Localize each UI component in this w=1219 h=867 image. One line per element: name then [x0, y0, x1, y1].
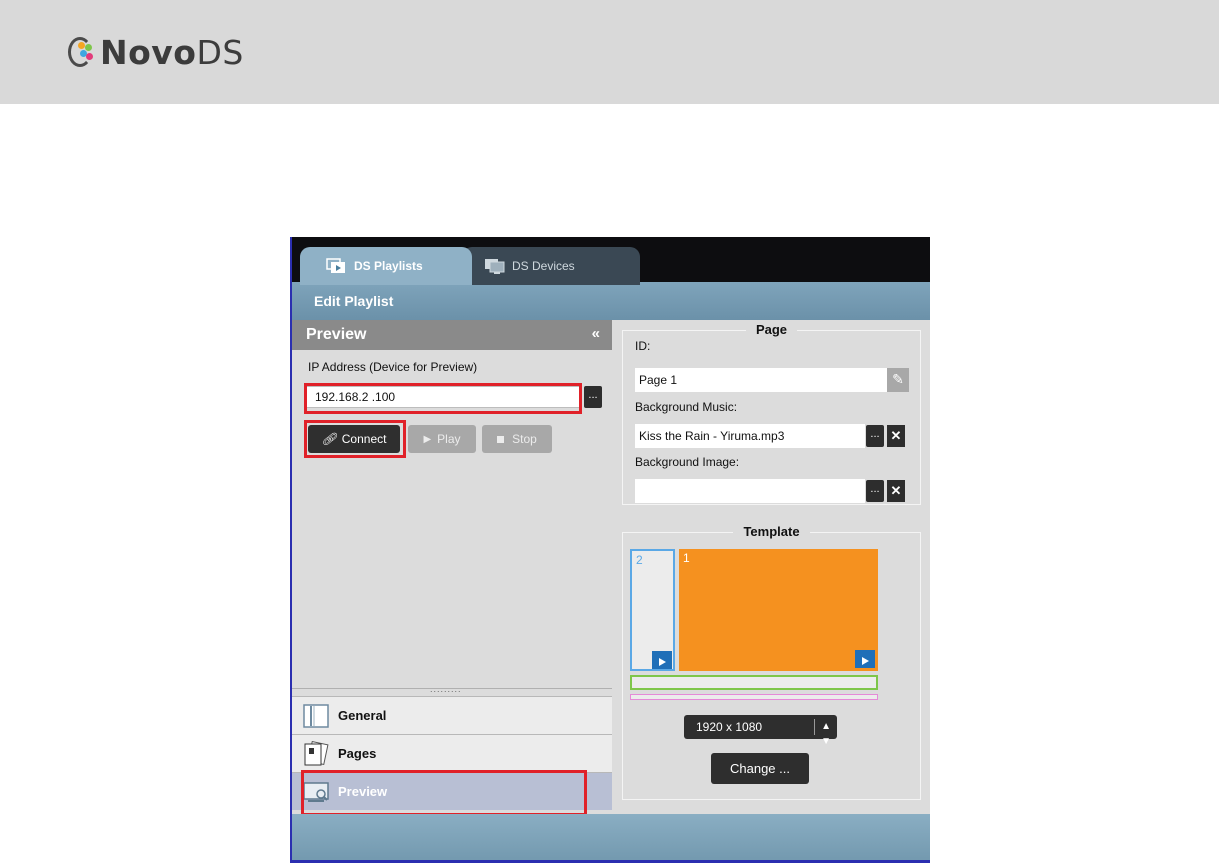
template-zone-2[interactable]: 2: [630, 549, 675, 671]
devices-icon: [484, 258, 505, 274]
stop-button[interactable]: Stop: [482, 425, 552, 453]
playlists-icon: [326, 258, 346, 274]
splitter-grip[interactable]: .........: [430, 684, 462, 694]
pages-icon: [302, 740, 330, 767]
highlight-ip-box: [304, 383, 582, 414]
top-banner: NovoDS: [0, 0, 1219, 104]
play-icon: ▶: [423, 433, 432, 445]
collapse-panel-button[interactable]: «: [592, 325, 600, 342]
template-strip-zone[interactable]: [630, 694, 878, 700]
background-music-input[interactable]: Kiss the Rain - Yiruma.mp3: [635, 424, 865, 448]
browse-music-button[interactable]: ...: [866, 425, 884, 447]
zone-number: 1: [683, 551, 690, 565]
media-clip-icon: [855, 650, 875, 668]
novods-logo: NovoDS: [68, 30, 244, 74]
novods-logo-mark-icon: [68, 35, 98, 69]
preview-panel-header: Preview «: [292, 320, 612, 350]
background-image-label: Background Image:: [635, 455, 740, 469]
resolution-select[interactable]: 1920 x 1080 ▲ ▼: [684, 715, 837, 747]
page-properties-panel: Page ID: Page 1 ✎ Background Music: Kiss…: [612, 320, 930, 814]
template-ticker-zone[interactable]: [630, 675, 878, 690]
nav-label: Pages: [338, 746, 377, 761]
template-zone-1[interactable]: 1: [679, 549, 878, 671]
highlight-connect-box: [304, 420, 406, 458]
browse-devices-button[interactable]: ...: [584, 386, 602, 408]
panel-splitter[interactable]: .........: [292, 684, 612, 696]
clear-image-button[interactable]: ✕: [887, 480, 905, 502]
background-image-input[interactable]: [635, 479, 865, 503]
play-label: Play: [437, 432, 461, 446]
general-icon: [302, 703, 330, 729]
edit-pencil-icon[interactable]: ✎: [887, 368, 909, 392]
preview-panel: Preview « IP Address (Device for Preview…: [292, 320, 612, 816]
zone-number: 2: [636, 553, 643, 567]
tab-bar: DS Playlists DS Devices: [292, 237, 930, 285]
brand-name: NovoDS: [100, 32, 244, 72]
change-template-button[interactable]: Change ...: [711, 753, 809, 784]
edit-playlist-title: Edit Playlist: [314, 293, 394, 309]
stop-icon: [497, 435, 505, 443]
resolution-value: 1920 x 1080: [696, 720, 763, 734]
tab-label: DS Playlists: [354, 259, 423, 273]
clear-music-button[interactable]: ✕: [887, 425, 905, 447]
tab-label: DS Devices: [512, 259, 575, 273]
page-id-label: ID:: [635, 339, 651, 353]
updown-arrows-icon: ▲ ▼: [821, 721, 831, 747]
nav-item-pages[interactable]: Pages: [292, 734, 612, 772]
preview-panel-title: Preview: [306, 326, 367, 343]
highlight-preview-nav-box: [301, 770, 587, 816]
play-button[interactable]: ▶ Play: [408, 425, 476, 453]
ip-address-label: IP Address (Device for Preview): [308, 360, 478, 374]
nav-label: General: [338, 708, 387, 723]
media-clip-icon: [652, 651, 672, 669]
template-group-title: Template: [733, 524, 810, 539]
footer-bar: [292, 814, 930, 860]
browse-image-button[interactable]: ...: [866, 480, 884, 502]
app-window: DS Playlists DS Devices Edit Playlist Pr…: [290, 237, 930, 863]
tab-ds-devices[interactable]: DS Devices: [462, 247, 640, 285]
edit-playlist-header: Edit Playlist: [292, 282, 930, 320]
nav-item-general[interactable]: General: [292, 696, 612, 734]
page-group: Page ID: Page 1 ✎ Background Music: Kiss…: [622, 322, 921, 505]
background-music-label: Background Music:: [635, 400, 738, 414]
tab-ds-playlists[interactable]: DS Playlists: [300, 247, 472, 285]
page-id-input[interactable]: Page 1: [635, 368, 887, 392]
page-group-title: Page: [745, 322, 798, 337]
stop-label: Stop: [512, 432, 537, 446]
